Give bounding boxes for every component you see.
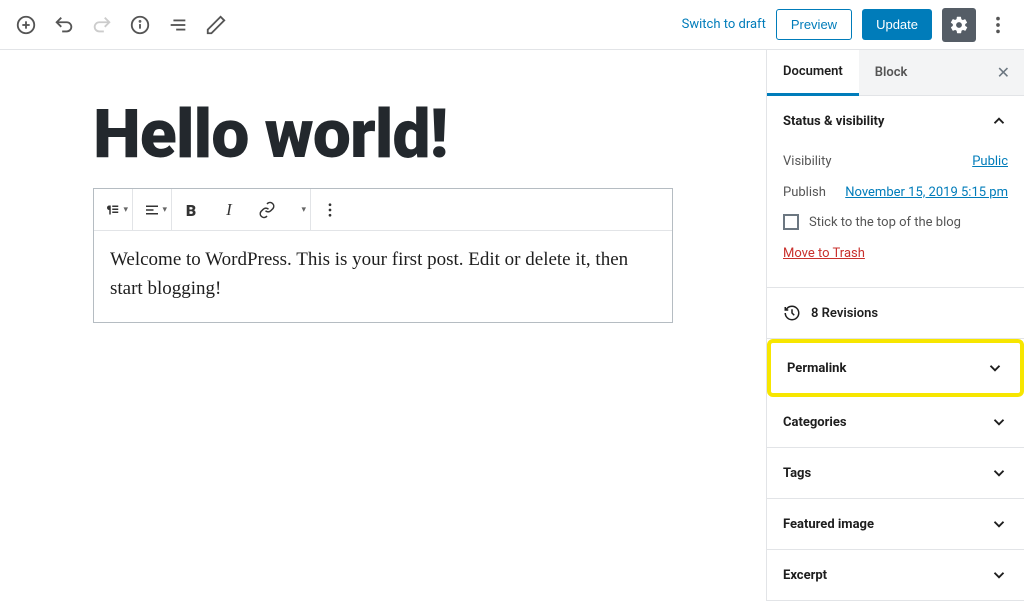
chevron-down-icon xyxy=(990,515,1008,533)
block-toolbar: B I xyxy=(94,189,672,231)
topbar-left-tools xyxy=(8,7,234,43)
panel-permalink-label: Permalink xyxy=(787,361,846,376)
panel-tags: Tags xyxy=(767,448,1024,499)
tab-block[interactable]: Block xyxy=(859,51,924,94)
more-formatting-button[interactable] xyxy=(286,189,310,231)
panel-status-visibility: Status & visibility Visibility Public Pu… xyxy=(767,96,1024,288)
sticky-label: Stick to the top of the blog xyxy=(809,215,961,230)
panel-categories-toggle[interactable]: Categories xyxy=(767,397,1024,447)
panel-categories-label: Categories xyxy=(783,415,847,430)
add-block-button[interactable] xyxy=(8,7,44,43)
main-area: Hello world! B I xyxy=(0,50,1024,601)
italic-button[interactable]: I xyxy=(210,189,248,231)
editor-inner: Hello world! B I xyxy=(43,100,723,323)
publish-value-link[interactable]: November 15, 2019 5:15 pm xyxy=(845,185,1008,200)
visibility-value-link[interactable]: Public xyxy=(972,154,1008,169)
chevron-up-icon xyxy=(990,112,1008,130)
paragraph-content[interactable]: Welcome to WordPress. This is your first… xyxy=(94,231,672,322)
block-type-button[interactable] xyxy=(94,189,132,231)
link-button[interactable] xyxy=(248,189,286,231)
panel-permalink: Permalink xyxy=(767,339,1024,397)
sticky-checkbox-row[interactable]: Stick to the top of the blog xyxy=(783,208,1008,240)
close-sidebar-button[interactable]: ✕ xyxy=(983,63,1024,82)
block-more-button[interactable] xyxy=(311,189,349,231)
undo-button[interactable] xyxy=(46,7,82,43)
sticky-checkbox[interactable] xyxy=(783,214,799,230)
outline-button[interactable] xyxy=(160,7,196,43)
revisions-link[interactable]: 8 Revisions xyxy=(767,288,1024,339)
topbar-right-actions: Switch to draft Preview Update xyxy=(682,7,1016,43)
move-to-trash-link[interactable]: Move to Trash xyxy=(783,240,865,273)
panel-excerpt: Excerpt xyxy=(767,550,1024,601)
update-button[interactable]: Update xyxy=(862,9,932,40)
align-button[interactable] xyxy=(133,189,171,231)
editor-topbar: Switch to draft Preview Update xyxy=(0,0,1024,50)
post-title[interactable]: Hello world! xyxy=(93,100,673,168)
panel-excerpt-label: Excerpt xyxy=(783,568,827,583)
preview-button[interactable]: Preview xyxy=(776,9,852,40)
panel-excerpt-toggle[interactable]: Excerpt xyxy=(767,550,1024,600)
visibility-row: Visibility Public xyxy=(783,146,1008,177)
settings-sidebar: Document Block ✕ Status & visibility Vis… xyxy=(766,50,1024,601)
tab-document[interactable]: Document xyxy=(767,50,859,96)
panel-status-label: Status & visibility xyxy=(783,114,884,129)
switch-to-draft-link[interactable]: Switch to draft xyxy=(682,17,766,32)
edit-mode-button[interactable] xyxy=(198,7,234,43)
paragraph-block[interactable]: B I Welcome to WordPress. This is your f… xyxy=(93,188,673,323)
panel-featured-image: Featured image xyxy=(767,499,1024,550)
redo-button[interactable] xyxy=(84,7,120,43)
editor-canvas[interactable]: Hello world! B I xyxy=(0,50,766,601)
visibility-label: Visibility xyxy=(783,154,832,169)
bold-button[interactable]: B xyxy=(172,189,210,231)
chevron-down-icon xyxy=(990,566,1008,584)
revisions-label: 8 Revisions xyxy=(811,306,878,321)
more-options-button[interactable] xyxy=(986,7,1010,43)
chevron-down-icon xyxy=(990,464,1008,482)
chevron-down-icon xyxy=(986,359,1004,377)
panel-permalink-toggle[interactable]: Permalink xyxy=(771,343,1020,393)
publish-label: Publish xyxy=(783,185,826,200)
panel-tags-label: Tags xyxy=(783,466,811,481)
panel-tags-toggle[interactable]: Tags xyxy=(767,448,1024,498)
panel-categories: Categories xyxy=(767,397,1024,448)
history-icon xyxy=(783,304,801,322)
info-button[interactable] xyxy=(122,7,158,43)
panel-featured-image-label: Featured image xyxy=(783,517,874,532)
publish-row: Publish November 15, 2019 5:15 pm xyxy=(783,177,1008,208)
chevron-down-icon xyxy=(990,413,1008,431)
panel-featured-image-toggle[interactable]: Featured image xyxy=(767,499,1024,549)
panel-status-body: Visibility Public Publish November 15, 2… xyxy=(767,146,1024,287)
panel-status-toggle[interactable]: Status & visibility xyxy=(767,96,1024,146)
sidebar-tabs: Document Block ✕ xyxy=(767,50,1024,96)
settings-button[interactable] xyxy=(942,8,976,42)
